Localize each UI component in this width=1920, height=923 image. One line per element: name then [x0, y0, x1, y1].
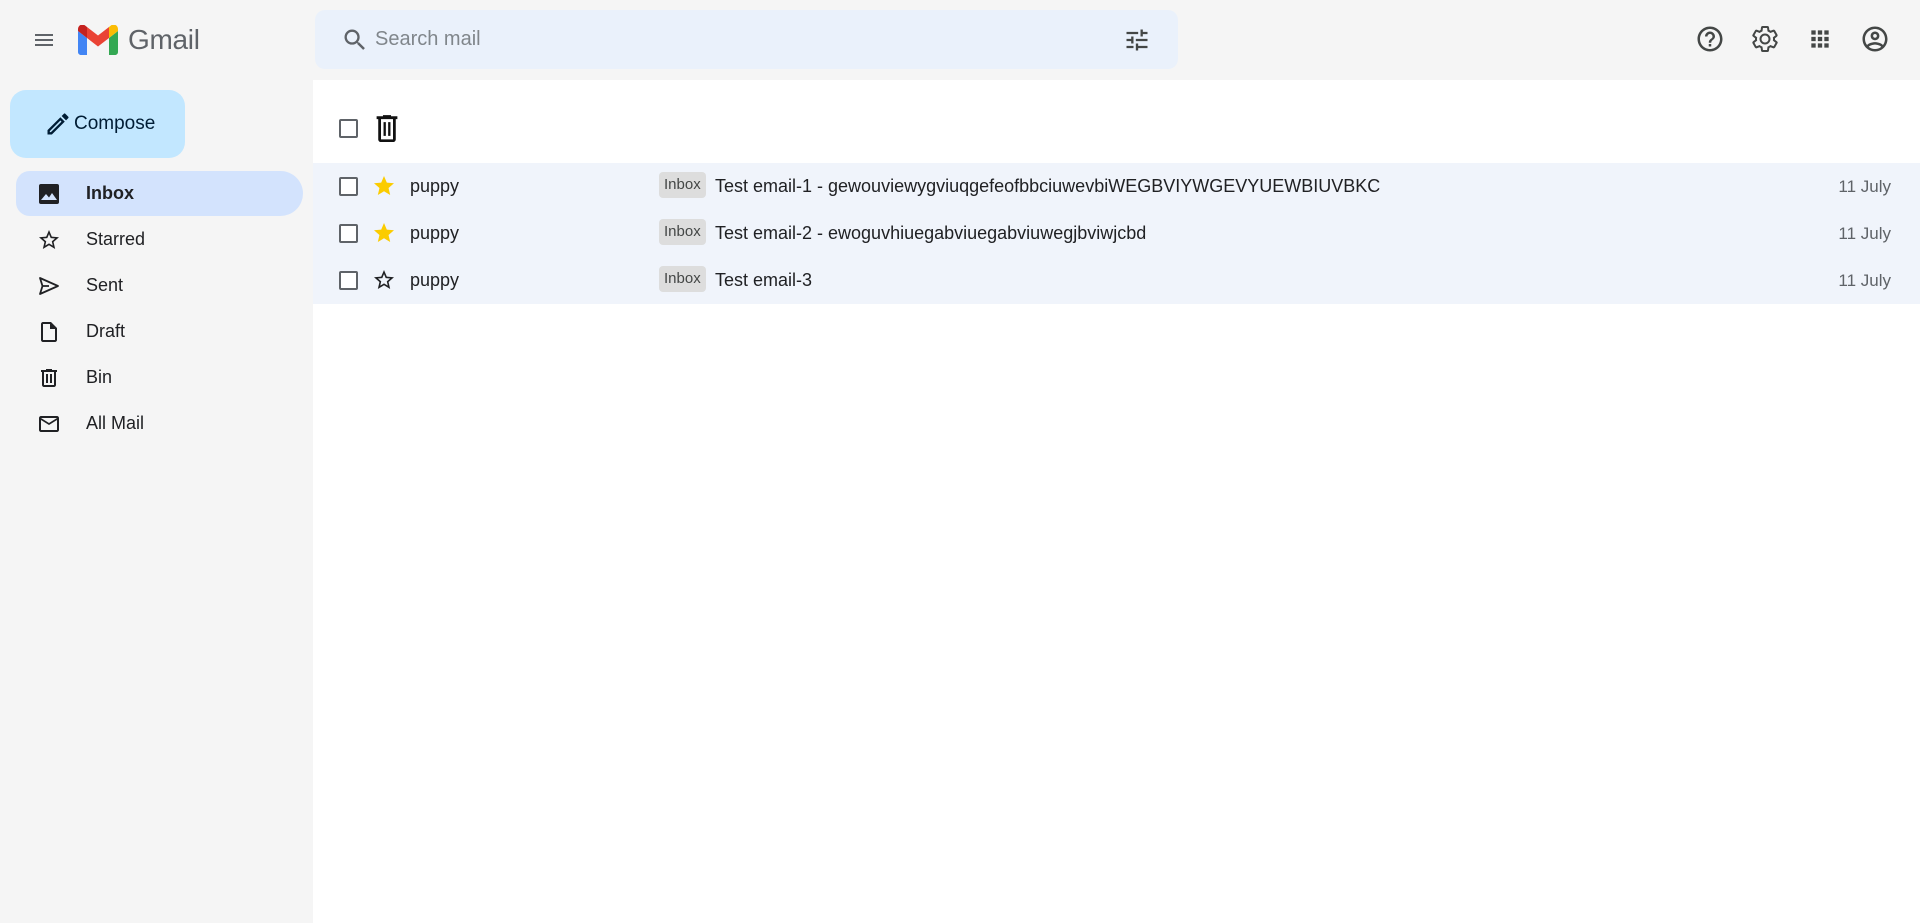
account-button[interactable] — [1858, 22, 1892, 56]
sidebar-nav: Inbox Starred Sent Draft Bin All Mail — [16, 171, 303, 447]
search-bar — [315, 10, 1178, 69]
delete-icon[interactable] — [373, 114, 401, 144]
apps-grid-icon — [1811, 30, 1829, 48]
email-subject: Test email-3 — [715, 270, 813, 290]
sidebar-item-inbox[interactable]: Inbox — [16, 171, 303, 216]
email-row[interactable]: puppy Inbox Test email-2 - ewoguvhiuegab… — [313, 210, 1920, 257]
email-date: 11 July — [1838, 224, 1891, 243]
compose-button[interactable]: Compose — [10, 90, 185, 158]
email-subject: Test email-1 - gewouviewygviuqgefeofbbci… — [715, 176, 1381, 196]
email-date: 11 July — [1838, 271, 1891, 290]
compose-label: Compose — [74, 113, 156, 134]
sidebar-item-label: Starred — [86, 229, 146, 249]
apps-button[interactable] — [1803, 22, 1837, 56]
star-outline-icon[interactable] — [372, 268, 396, 292]
settings-icon — [1752, 26, 1778, 52]
email-checkbox[interactable] — [339, 177, 358, 196]
search-options-icon[interactable] — [1123, 26, 1151, 54]
main-menu-button[interactable] — [24, 20, 64, 60]
email-label-badge: Inbox — [659, 266, 706, 292]
send-icon — [36, 273, 62, 299]
email-label-badge: Inbox — [659, 172, 706, 198]
star-filled-icon[interactable] — [372, 174, 396, 198]
email-checkbox[interactable] — [339, 271, 358, 290]
sidebar-item-starred[interactable]: Starred — [16, 217, 303, 262]
help-icon — [1697, 26, 1723, 52]
email-sender: puppy — [410, 176, 460, 196]
sidebar-item-label: Draft — [86, 321, 126, 341]
app-title: Gmail — [128, 24, 200, 55]
sidebar-item-draft[interactable]: Draft — [16, 309, 303, 354]
sidebar-item-label: All Mail — [86, 413, 145, 433]
email-checkbox[interactable] — [339, 224, 358, 243]
sidebar-item-sent[interactable]: Sent — [16, 263, 303, 308]
top-bar: Gmail — [0, 0, 1920, 80]
mail-icon — [36, 411, 62, 437]
sidebar-item-label: Inbox — [86, 183, 134, 203]
search-icon[interactable] — [341, 26, 369, 54]
draft-icon — [36, 319, 62, 345]
list-toolbar — [313, 80, 1920, 163]
star-outline-icon — [36, 227, 62, 253]
email-row[interactable]: puppy Inbox Test email-3 11 July — [313, 257, 1920, 304]
email-list: puppy Inbox Test email-1 - gewouviewygvi… — [313, 163, 1920, 304]
settings-button[interactable] — [1748, 22, 1782, 56]
search-input[interactable] — [375, 24, 1095, 54]
pencil-icon — [47, 113, 69, 135]
gmail-m-icon — [78, 25, 118, 55]
help-button[interactable] — [1693, 22, 1727, 56]
select-all-checkbox[interactable] — [339, 119, 358, 138]
hamburger-menu-icon — [35, 34, 53, 46]
account-icon — [1862, 26, 1888, 52]
sidebar-item-label: Bin — [86, 367, 113, 387]
email-label-badge: Inbox — [659, 219, 706, 245]
mail-list-panel: puppy Inbox Test email-1 - gewouviewygvi… — [313, 80, 1920, 923]
inbox-icon — [36, 181, 62, 207]
star-filled-icon[interactable] — [372, 221, 396, 245]
sidebar-item-all-mail[interactable]: All Mail — [16, 401, 303, 446]
trash-icon — [36, 365, 62, 391]
email-sender: puppy — [410, 223, 460, 243]
email-sender: puppy — [410, 270, 460, 290]
gmail-logo[interactable]: Gmail — [78, 22, 200, 58]
sidebar-item-label: Sent — [86, 275, 124, 295]
email-row[interactable]: puppy Inbox Test email-1 - gewouviewygvi… — [313, 163, 1920, 210]
email-date: 11 July — [1838, 177, 1891, 196]
email-subject: Test email-2 - ewoguvhiuegabviuegabviuwe… — [715, 223, 1147, 243]
sidebar-item-bin[interactable]: Bin — [16, 355, 303, 400]
